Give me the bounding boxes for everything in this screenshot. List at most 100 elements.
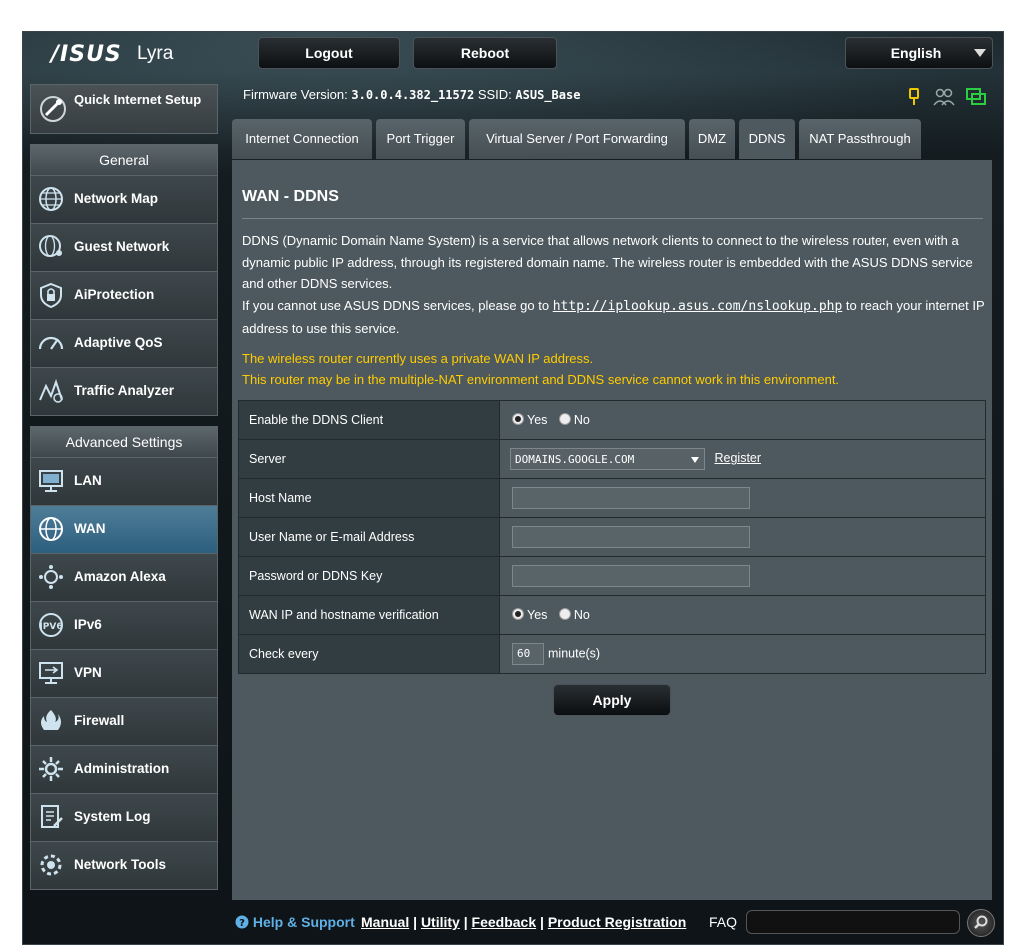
iplookup-link[interactable]: http://iplookup.asus.com/nslookup.php [553,299,843,314]
sidebar-item-administration[interactable]: Administration [30,745,218,794]
ssid-label: SSID: [477,87,512,102]
footer-links: Manual | Utility | Feedback | Product Re… [361,914,687,930]
sidebar-item-adaptive-qos[interactable]: Adaptive QoS [30,319,218,368]
advanced-section-title: Advanced Settings [30,426,218,458]
tab-nat-passthrough[interactable]: NAT Passthrough [799,119,921,159]
product-registration-link[interactable]: Product Registration [548,914,686,930]
feedback-link[interactable]: Feedback [472,914,537,930]
check-interval-input[interactable]: 60 [512,643,544,665]
sidebar-item-label: Firewall [74,713,125,728]
quick-setup-label: Quick Internet Setup [74,92,202,107]
logout-button[interactable]: Logout [258,37,400,69]
faq-label: FAQ [709,914,738,930]
sidebar-item-guest-network[interactable]: Guest Network [30,223,218,272]
quick-internet-setup-button[interactable]: Quick Internet Setup [30,84,218,134]
internet-status-icon[interactable] [966,88,986,109]
globe-people-icon [38,234,64,263]
help-icon: ? [235,915,249,929]
sidebar-item-network-map[interactable]: Network Map [30,175,218,224]
faq-search-button[interactable] [967,909,995,937]
svg-text:IPV6: IPV6 [39,622,62,632]
check-every-label: Check every [238,634,500,674]
apply-button[interactable]: Apply [553,684,671,716]
warning-multiple-nat: This router may be in the multiple-NAT e… [242,372,840,387]
lock-shield-icon [38,282,64,311]
password-input[interactable] [512,565,750,587]
general-section-title: General [30,144,218,176]
host-name-row: Host Name [238,478,986,518]
sidebar-item-label: Network Map [74,191,159,206]
enable-no-radio[interactable] [558,413,571,425]
tab-dmz[interactable]: DMZ [689,119,735,159]
sidebar-item-ipv6[interactable]: IPV6 IPv6 [30,601,218,650]
faq-search-input[interactable] [746,910,960,934]
sidebar-item-system-log[interactable]: System Log [30,793,218,842]
sidebar-item-label: System Log [74,809,151,824]
sidebar-item-label: Amazon Alexa [74,569,166,584]
server-label: Server [238,439,500,479]
sidebar-item-label: Traffic Analyzer [74,383,175,398]
sidebar-item-label: Guest Network [74,239,170,254]
globe-icon [38,186,64,215]
sidebar-item-amazon-alexa[interactable]: Amazon Alexa [30,553,218,602]
sidebar-item-lan[interactable]: LAN [30,457,218,506]
ssid-value: ASUS_Base [515,88,581,102]
enable-yes-radio[interactable] [512,413,524,425]
sidebar-item-label: Administration [74,761,170,776]
verify-no-label: No [573,608,590,622]
language-select[interactable]: English [845,37,993,69]
language-label: English [890,45,942,61]
tab-internet-connection[interactable]: Internet Connection [232,119,372,159]
tab-ddns[interactable]: DDNS [739,119,795,159]
host-name-label: Host Name [238,478,500,518]
sidebar-item-aiprotection[interactable]: AiProtection [30,271,218,320]
verify-yes-label: Yes [527,608,548,622]
tab-virtual-server[interactable]: Virtual Server / Port Forwarding [469,119,685,159]
sidebar-item-traffic-analyzer[interactable]: Traffic Analyzer [30,367,218,416]
sidebar-item-label: LAN [74,473,102,488]
warning-private-ip: The wireless router currently uses a pri… [242,351,594,366]
check-unit-label: minute(s) [548,646,601,661]
sidebar-item-vpn[interactable]: VPN [30,649,218,698]
host-name-input[interactable] [512,487,750,509]
verify-no-radio[interactable] [558,608,571,620]
password-row: Password or DDNS Key [238,556,986,596]
enable-ddns-row: Enable the DDNS Client Yes No [238,400,986,440]
enable-ddns-label: Enable the DDNS Client [238,400,500,440]
clients-status-icon[interactable] [933,88,955,109]
alexa-icon [38,564,64,593]
server-value: DOMAINS.GOOGLE.COM [515,453,635,466]
username-label: User Name or E-mail Address [238,517,500,557]
enable-no-label: No [573,413,590,427]
usb-status-icon[interactable] [907,88,921,109]
firewall-icon [38,708,64,737]
title-divider [242,218,983,219]
svg-text:?: ? [239,918,245,929]
sidebar-item-wan[interactable]: WAN [30,505,218,554]
page-title: WAN - DDNS [242,188,339,205]
ddns-description: DDNS (Dynamic Domain Name System) is a s… [242,233,973,291]
manual-link[interactable]: Manual [361,914,409,930]
sidebar-item-network-tools[interactable]: Network Tools [30,841,218,890]
username-input[interactable] [512,526,750,548]
sidebar-item-label: AiProtection [74,287,155,302]
wand-icon [39,95,67,126]
speedometer-icon [38,330,64,359]
help-support-link[interactable]: ? Help & Support [235,914,355,930]
sidebar-item-firewall[interactable]: Firewall [30,697,218,746]
wan-globe-icon [38,516,64,545]
chevron-down-icon [974,49,986,57]
verification-row: WAN IP and hostname verification Yes No [238,595,986,635]
server-select[interactable]: DOMAINS.GOOGLE.COM [510,448,705,470]
search-icon [974,915,988,929]
tab-port-trigger[interactable]: Port Trigger [376,119,465,159]
sidebar-item-label: IPv6 [74,617,102,632]
verify-yes-radio[interactable] [512,608,524,620]
check-every-row: Check every 60 minute(s) [238,634,986,674]
utility-link[interactable]: Utility [421,914,460,930]
chevron-down-icon [691,457,699,463]
reboot-button[interactable]: Reboot [413,37,557,69]
register-link[interactable]: Register [714,451,761,465]
router-admin-frame: /ISUS Lyra Logout Reboot English Quick I… [22,31,1004,945]
help-support-label: Help & Support [252,914,355,930]
